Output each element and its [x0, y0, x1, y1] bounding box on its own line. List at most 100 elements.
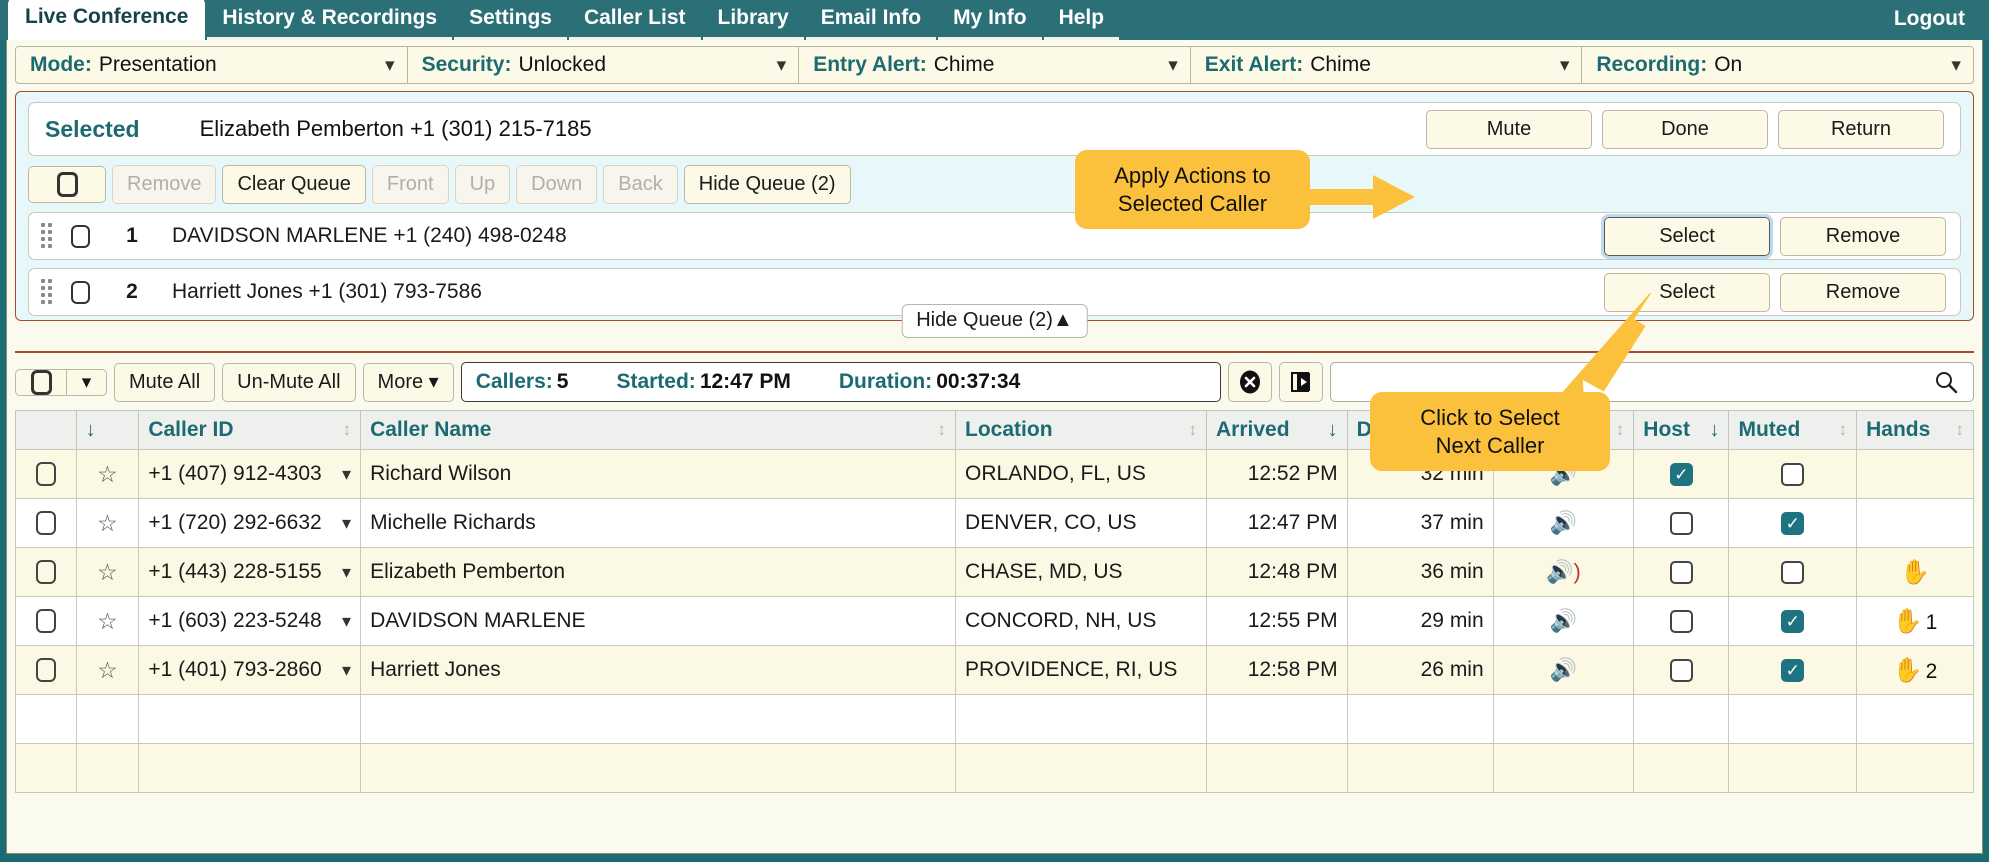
sort-both-icon: ↕ — [937, 420, 947, 439]
done-button[interactable]: Done — [1602, 109, 1768, 149]
cell-host[interactable] — [1633, 498, 1730, 548]
queue-down-button[interactable]: Down — [516, 165, 598, 204]
cell-location: CONCORD, NH, US — [955, 596, 1207, 646]
cell-caller-id[interactable]: +1 (603) 223-5248 ▾ — [138, 596, 362, 646]
chevron-down-icon[interactable]: ▾ — [342, 562, 351, 583]
drag-handle-icon[interactable] — [41, 223, 57, 249]
more-menu-button[interactable]: More ▾ — [362, 362, 454, 402]
chevron-down-icon[interactable]: ▾ — [342, 660, 351, 681]
table-row[interactable]: ☆ +1 (443) 228-5155 ▾ Elizabeth Pemberton… — [15, 547, 1974, 597]
raised-hand-icon: ✋ — [1892, 656, 1923, 684]
unmute-all-button[interactable]: Un-Mute All — [222, 362, 356, 402]
cell-caller-id[interactable]: +1 (401) 793-2860 ▾ — [138, 645, 362, 695]
queue-back-button[interactable]: Back — [603, 165, 678, 204]
chevron-down-icon[interactable]: ▾ — [342, 464, 351, 485]
cell-select[interactable] — [15, 498, 77, 548]
mute-all-button[interactable]: Mute All — [114, 362, 216, 402]
security-select[interactable]: Security: Unlocked ▾ — [407, 47, 800, 83]
cell-muted[interactable] — [1728, 449, 1858, 499]
mute-button[interactable]: Mute — [1426, 109, 1592, 149]
click-to-select-arrow-icon — [1556, 293, 1652, 408]
tab-help[interactable]: Help — [1043, 0, 1120, 40]
list-select-all-checkbox[interactable] — [15, 368, 67, 396]
queue-select-button[interactable]: Select — [1601, 213, 1773, 259]
cell-muted[interactable]: ✓ — [1728, 498, 1858, 548]
queue-row-checkbox[interactable] — [71, 280, 90, 304]
cell-select[interactable] — [15, 645, 77, 695]
cell-favorite[interactable]: ☆ — [75, 596, 140, 646]
th-host[interactable]: Host ↓ — [1633, 410, 1730, 450]
queue-clear-queue-button[interactable]: Clear Queue — [222, 165, 366, 204]
muted-checkbox — [1781, 462, 1805, 486]
cell-host[interactable]: ✓ — [1633, 449, 1730, 499]
th-select[interactable] — [15, 410, 77, 450]
th-location[interactable]: Location ↕ — [955, 410, 1207, 450]
cell-caller-id[interactable]: +1 (443) 228-5155 ▾ — [138, 547, 362, 597]
queue-select-all-checkbox[interactable] — [28, 166, 106, 203]
cell-location: DENVER, CO, US — [955, 498, 1207, 548]
th-caller-name[interactable]: Caller Name ↕ — [360, 410, 957, 450]
th-caller-id[interactable]: Caller ID ↕ — [138, 410, 362, 450]
cell-hands: ✋ — [1856, 547, 1974, 597]
table-row[interactable]: ☆ +1 (401) 793-2860 ▾ Harriett Jones PROV… — [15, 645, 1974, 695]
queue-row-caller: DAVIDSON MARLENE +1 (240) 498-0248 — [172, 224, 567, 247]
tab-live-conference[interactable]: Live Conference — [8, 0, 206, 40]
cell-favorite[interactable]: ☆ — [75, 645, 140, 695]
th-favorite[interactable]: ↓ — [75, 410, 140, 450]
cell-caller-name: Harriett Jones — [360, 645, 957, 695]
tab-settings[interactable]: Settings — [454, 0, 567, 40]
cell-caller-id[interactable]: +1 (407) 912-4303 ▾ — [138, 449, 362, 499]
tab-history-recordings[interactable]: History & Recordings — [207, 0, 453, 40]
th-muted[interactable]: Muted ↕ — [1728, 410, 1858, 450]
star-icon: ☆ — [97, 656, 118, 683]
cell-muted[interactable] — [1728, 547, 1858, 597]
cell-select[interactable] — [15, 596, 77, 646]
recording-select[interactable]: Recording: On ▾ — [1582, 47, 1973, 83]
cell-select[interactable] — [15, 547, 77, 597]
tab-caller-list[interactable]: Caller List — [568, 0, 701, 40]
caller-id-value: +1 (407) 912-4303 — [148, 462, 322, 485]
hide-queue-collapse-tab[interactable]: Hide Queue (2)▲ — [901, 304, 1088, 338]
end-call-button[interactable] — [1227, 362, 1272, 402]
chevron-down-icon[interactable]: ▾ — [342, 611, 351, 632]
cell-muted[interactable]: ✓ — [1728, 596, 1858, 646]
drag-handle-icon[interactable] — [41, 279, 57, 305]
entry-alert-select[interactable]: Entry Alert: Chime ▾ — [799, 47, 1191, 83]
th-arrived[interactable]: Arrived ↓ — [1206, 410, 1348, 450]
table-row[interactable]: ☆ +1 (407) 912-4303 ▾ Richard Wilson ORLA… — [15, 449, 1974, 499]
tab-my-info[interactable]: My Info — [938, 0, 1042, 40]
cell-favorite[interactable]: ☆ — [75, 547, 140, 597]
cell-activity: 🔊 — [1492, 498, 1635, 548]
queue-remove-button[interactable]: Remove — [112, 165, 217, 204]
cell-favorite[interactable]: ☆ — [75, 498, 140, 548]
return-button[interactable]: Return — [1778, 109, 1944, 149]
queue-remove-row-button[interactable]: Remove — [1780, 272, 1946, 312]
table-row[interactable]: ☆ +1 (720) 292-6632 ▾ Michelle Richards D… — [15, 498, 1974, 548]
th-hands[interactable]: Hands ↕ — [1856, 410, 1974, 450]
end-call-icon — [1239, 370, 1260, 394]
star-icon: ☆ — [97, 509, 118, 536]
cell-host[interactable] — [1633, 547, 1730, 597]
queue-up-button[interactable]: Up — [454, 165, 511, 204]
cell-muted[interactable]: ✓ — [1728, 645, 1858, 695]
cell-host[interactable] — [1633, 645, 1730, 695]
cell-host[interactable] — [1633, 596, 1730, 646]
logout-link[interactable]: Logout — [1880, 0, 1979, 40]
queue-hide-queue-button[interactable]: Hide Queue (2) — [683, 165, 851, 204]
cell-select[interactable] — [15, 449, 77, 499]
list-select-all-dropdown[interactable]: ▾ — [67, 368, 107, 396]
queue-remove-row-button[interactable]: Remove — [1780, 216, 1946, 256]
tab-library[interactable]: Library — [702, 0, 804, 40]
queue-front-button[interactable]: Front — [371, 165, 449, 204]
mode-select[interactable]: Mode: Presentation ▾ — [16, 47, 408, 83]
cell-favorite[interactable]: ☆ — [75, 449, 140, 499]
chevron-down-icon[interactable]: ▾ — [342, 513, 351, 534]
recording-button[interactable] — [1278, 362, 1323, 402]
cell-caller-id[interactable]: +1 (720) 292-6632 ▾ — [138, 498, 362, 548]
tab-email-info[interactable]: Email Info — [805, 0, 937, 40]
table-row[interactable]: ☆ +1 (603) 223-5248 ▾ DAVIDSON MARLENE CO… — [15, 596, 1974, 646]
cell-empty — [138, 743, 362, 793]
queue-row-checkbox[interactable] — [71, 224, 90, 248]
exit-alert-select[interactable]: Exit Alert: Chime ▾ — [1190, 47, 1583, 83]
raised-hand-check-icon: ✋ — [1900, 558, 1930, 586]
